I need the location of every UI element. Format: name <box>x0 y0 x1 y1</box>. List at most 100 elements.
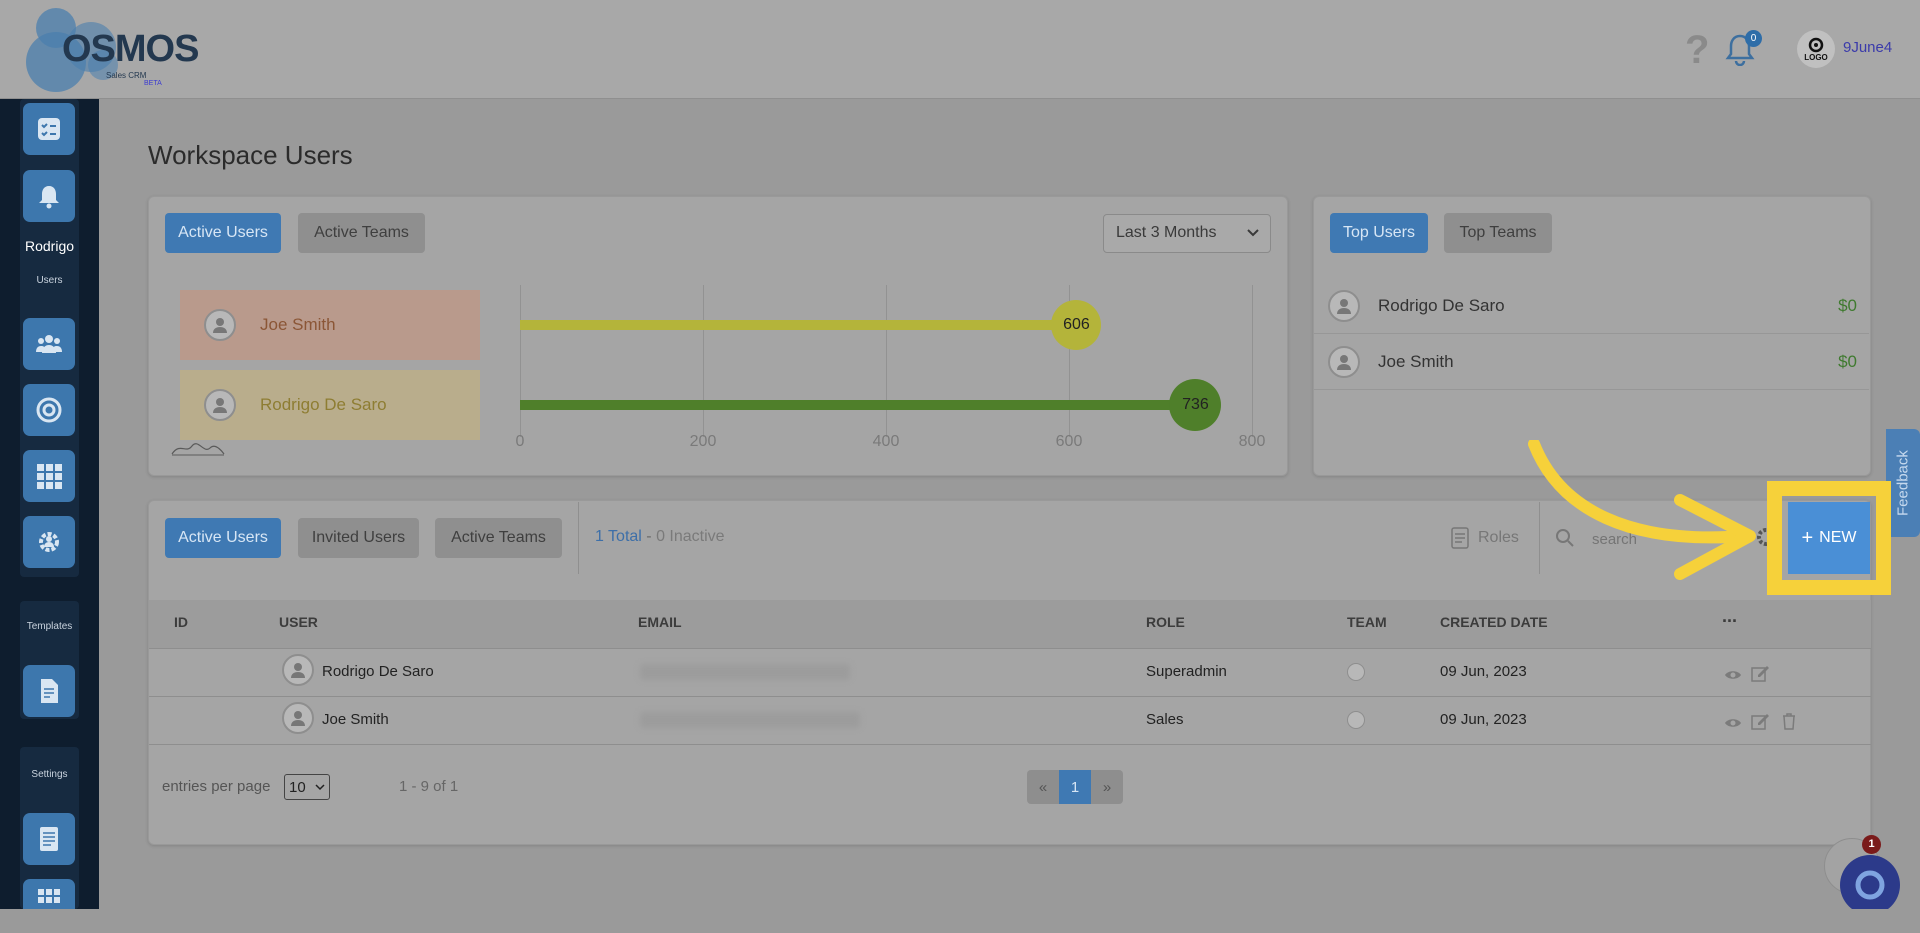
table-row[interactable] <box>149 697 1871 744</box>
pagination-next[interactable]: » <box>1091 770 1123 804</box>
chart-row-joe-smith: Joe Smith <box>180 290 480 360</box>
avatar <box>1328 289 1360 322</box>
user-avatar-icon <box>1337 354 1351 370</box>
sidebar-templates-label: Templates <box>26 621 73 632</box>
user-avatar-icon <box>291 711 305 726</box>
x-tick-label: 0 <box>515 433 525 450</box>
chart-gridline <box>1252 285 1253 437</box>
roles-button[interactable]: Roles <box>1450 526 1519 550</box>
avatar[interactable]: LOGO <box>1797 30 1835 68</box>
sidebar-item-tasks[interactable] <box>23 103 75 155</box>
logo-beta: BETA <box>144 80 162 87</box>
tutorial-arrow-icon <box>1528 440 1756 580</box>
tab-active-users[interactable]: Active Users <box>165 518 281 558</box>
x-tick-label: 200 <box>689 433 717 450</box>
top-user-amount: $0 <box>1838 351 1857 371</box>
osmos-logo[interactable]: OSMOS Sales CRM BETA <box>26 8 199 92</box>
tab-invited-users[interactable]: Invited Users <box>298 518 419 558</box>
top-user-amount: $0 <box>1838 295 1857 315</box>
total-count: 1 Total <box>595 528 642 545</box>
chart-bar <box>520 320 1075 330</box>
sidebar: Rodrigo Users Templates Settings <box>0 99 99 909</box>
avatar <box>204 309 236 341</box>
eye-icon[interactable] <box>1723 665 1743 685</box>
sidebar-item-teams[interactable] <box>23 516 75 568</box>
chart-row-rodrigo-de-saro: Rodrigo De Saro <box>180 370 480 440</box>
entries-per-page-select[interactable]: 10 <box>284 774 330 800</box>
team-avatar <box>1347 711 1365 729</box>
x-tick-label: 400 <box>872 433 900 450</box>
username[interactable]: 9June4 <box>1843 39 1892 56</box>
sidebar-user-name: Rodrigo <box>24 238 75 254</box>
tab-active-teams[interactable]: Active Teams <box>435 518 562 558</box>
bottom-strip <box>0 909 1920 933</box>
user-avatar-icon <box>213 398 227 413</box>
inactive-count: 0 Inactive <box>656 528 725 545</box>
chart-bar <box>520 400 1194 410</box>
sidebar-item-templates[interactable] <box>23 665 75 717</box>
sidebar-item-users[interactable] <box>23 318 75 370</box>
edit-icon[interactable] <box>1750 711 1770 731</box>
page-title: Workspace Users <box>148 140 353 170</box>
tab-top-users[interactable]: Top Users <box>1330 213 1428 253</box>
document-icon <box>1451 527 1469 549</box>
sidebar-item-alerts[interactable] <box>23 170 75 222</box>
trash-icon[interactable] <box>1779 711 1799 731</box>
users-icon <box>36 335 62 353</box>
new-user-button[interactable]: + NEW <box>1788 502 1870 574</box>
tab-active-teams[interactable]: Active Teams <box>298 213 425 253</box>
chart-category-label: Rodrigo De Saro <box>260 395 387 414</box>
avatar <box>282 654 314 686</box>
target-icon <box>36 397 62 423</box>
chat-launcher[interactable] <box>1840 855 1900 915</box>
plus-icon: + <box>1801 526 1814 549</box>
column-header: ROLE <box>1146 614 1185 630</box>
period-select-value: Last 3 Months <box>1116 224 1217 241</box>
entries-per-page-value: 10 <box>289 778 306 796</box>
avatar-label: LOGO <box>1804 52 1828 62</box>
top-user-row[interactable]: Rodrigo De Saro $0 <box>1314 278 1869 334</box>
user-avatar-icon <box>291 663 305 678</box>
pagination-prev[interactable]: « <box>1027 770 1059 804</box>
column-header: USER <box>279 614 318 630</box>
top-header <box>0 0 1920 99</box>
logo-text: OSMOS <box>62 28 199 70</box>
column-header: EMAIL <box>638 614 682 630</box>
more-options-icon[interactable]: ... <box>1722 606 1737 627</box>
chevron-down-icon <box>315 784 325 791</box>
document-icon <box>41 679 58 703</box>
eye-icon[interactable] <box>1723 713 1743 733</box>
pagination-page-1[interactable]: 1 <box>1059 770 1091 804</box>
column-header: TEAM <box>1347 614 1387 630</box>
top-user-row[interactable]: Joe Smith $0 <box>1314 334 1869 390</box>
created-date: 09 Jun, 2023 <box>1440 663 1527 680</box>
chart-gridline <box>703 285 704 437</box>
help-icon[interactable]: ? <box>1685 28 1709 73</box>
report-icon <box>40 827 58 851</box>
feedback-tab[interactable]: Feedback <box>1886 429 1920 537</box>
sidebar-item-settings[interactable] <box>23 813 75 865</box>
tab-active-users[interactable]: Active Users <box>165 213 281 253</box>
period-select[interactable]: Last 3 Months <box>1103 214 1271 253</box>
sidebar-item-more[interactable] <box>23 879 75 909</box>
divider <box>578 502 579 574</box>
users-summary: 1 Total - 0 Inactive <box>595 528 725 546</box>
range-text: 1 - 9 of 1 <box>399 778 459 795</box>
entries-per-page-label: entries per page <box>162 778 271 795</box>
notification-badge: 0 <box>1745 30 1762 47</box>
user-name: Joe Smith <box>322 711 389 728</box>
edit-icon[interactable] <box>1750 663 1770 683</box>
tab-top-teams[interactable]: Top Teams <box>1444 213 1552 253</box>
created-date: 09 Jun, 2023 <box>1440 711 1527 728</box>
x-tick-label: 600 <box>1055 433 1083 450</box>
sidebar-settings-label: Settings <box>31 769 68 780</box>
top-user-name: Rodrigo De Saro <box>1378 295 1505 315</box>
grid-icon <box>38 889 60 903</box>
avatar <box>1328 345 1360 378</box>
team-gear-icon <box>39 532 59 552</box>
grid-icon <box>37 464 62 489</box>
sidebar-item-targets[interactable] <box>23 384 75 436</box>
sidebar-item-apps[interactable] <box>23 450 75 502</box>
summary-separator: - <box>641 528 657 545</box>
chart-gridline <box>886 285 887 437</box>
